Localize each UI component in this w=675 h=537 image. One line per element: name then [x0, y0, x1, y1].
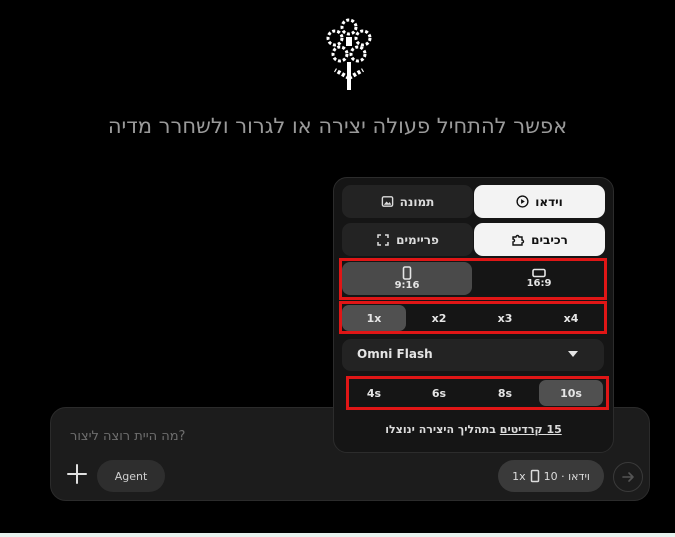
landscape-ratio-icon [532, 268, 546, 278]
portrait-ratio-icon [402, 266, 412, 280]
multiplier-x2-option[interactable]: x2 [407, 305, 471, 331]
multiplier-x3-option[interactable]: x3 [473, 305, 537, 331]
multiplier-1x-option[interactable]: 1x [342, 305, 406, 331]
duration-4s-option[interactable]: 4s [342, 380, 406, 406]
image-icon [381, 196, 393, 207]
send-button[interactable] [613, 462, 643, 492]
plus-icon[interactable] [65, 462, 89, 486]
generation-settings-panel: וידאו תמונה רכיבים פריימים 16:9 9:16 x4 … [333, 177, 614, 453]
aspect-9-16-label: 9:16 [394, 280, 420, 291]
model-select-value: Omni Flash [357, 347, 433, 361]
aspect-16-9-label: 16:9 [526, 278, 552, 289]
page-headline: אפשר להתחיל פעולה יצירה או לגרור ולשחרר … [107, 114, 568, 138]
frame-icon [377, 233, 389, 246]
chip-speed: 1x [512, 469, 526, 483]
tab-components[interactable]: רכיבים [474, 223, 605, 256]
model-select[interactable]: Omni Flash [342, 339, 604, 371]
tab-frames-label: פריימים [396, 232, 439, 247]
arrow-right-icon [622, 472, 634, 482]
generation-settings-chip[interactable]: 1x וידאו · 10 [498, 460, 604, 492]
credits-notice: 15 קרדיטים בתהליך היצירה ינוצלו [334, 423, 613, 436]
credits-text: בתהליך היצירה ינוצלו [385, 423, 496, 436]
tab-image-label: תמונה [399, 194, 435, 209]
tab-frames[interactable]: פריימים [342, 223, 473, 256]
bottom-strip [0, 533, 675, 537]
multiplier-x4-option[interactable]: x4 [539, 305, 603, 331]
agent-button[interactable]: Agent [97, 460, 165, 492]
flower-logo-icon [326, 18, 372, 90]
tab-video[interactable]: וידאו [474, 185, 605, 218]
caret-down-icon [568, 351, 578, 357]
credits-link[interactable]: 15 קרדיטים [500, 423, 562, 436]
duration-6s-option[interactable]: 6s [407, 380, 471, 406]
aspect-9-16-option[interactable]: 9:16 [342, 262, 472, 295]
puzzle-icon [512, 234, 525, 246]
tab-components-label: רכיבים [531, 232, 568, 247]
tab-image[interactable]: תמונה [342, 185, 473, 218]
chip-mode: וידאו · 10 [543, 469, 590, 483]
portrait-ratio-icon [530, 469, 539, 483]
aspect-16-9-option[interactable]: 16:9 [474, 262, 604, 295]
duration-10s-option[interactable]: 10s [539, 380, 603, 406]
duration-8s-option[interactable]: 8s [473, 380, 537, 406]
tab-video-label: וידאו [535, 194, 563, 209]
play-circle-icon [516, 195, 529, 208]
